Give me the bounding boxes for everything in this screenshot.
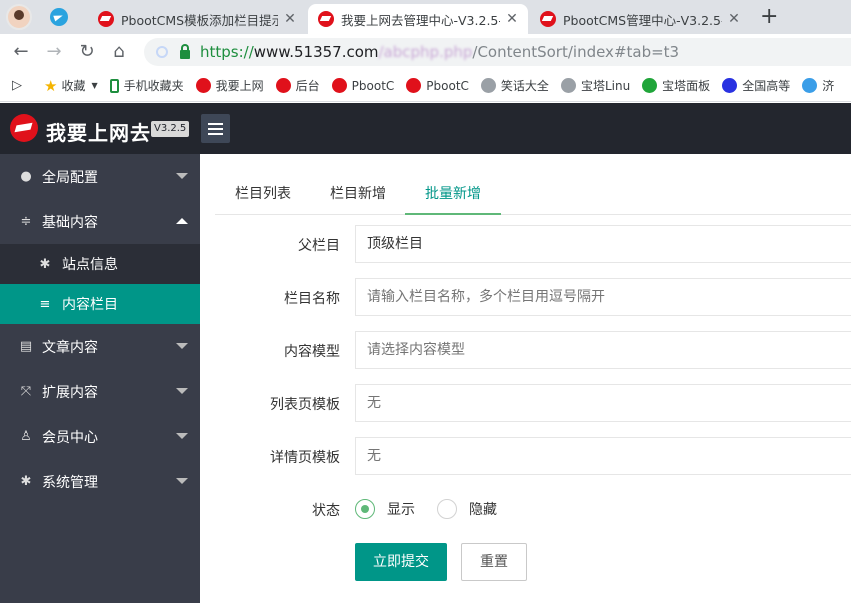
lock-icon (180, 43, 190, 59)
address-bar[interactable]: https://www.51357.com/abcphp.php/Content… (144, 38, 851, 66)
tab-column-add[interactable]: 栏目新增 (330, 175, 386, 215)
pboot-favicon-icon (98, 11, 114, 27)
content-model-label: 内容模型 (284, 344, 340, 360)
column-name-input[interactable]: 请输入栏目名称，多个栏目用逗号隔开 (355, 278, 851, 316)
sidebar-item-global-config[interactable]: ● 全局配置 (0, 154, 200, 199)
sidebar-item-extensions[interactable]: ⤧ 扩展内容 (0, 369, 200, 414)
bookmark-item[interactable]: 后台 (275, 77, 320, 94)
bookmark-item[interactable]: ★ 收藏 ▼ (44, 77, 98, 95)
home-icon[interactable]: ⌂ (108, 41, 130, 63)
chevron-down-icon (176, 388, 188, 394)
brand-name: 我要上网去 (46, 121, 151, 145)
bookmarks-bar: ▷ ★ 收藏 ▼ 手机收藏夹 我要上网 后台 PbootC PbootC 笑话大… (0, 70, 851, 102)
parent-column-label: 父栏目 (298, 238, 340, 254)
site-info-icon[interactable] (156, 46, 168, 58)
detail-template-label: 详情页模板 (270, 450, 340, 466)
chevron-down-icon (176, 433, 188, 439)
list-template-label: 列表页模板 (270, 397, 340, 413)
expand-icon: ⤧ (20, 384, 32, 399)
tab-batch-add[interactable]: 批量新增 (405, 175, 501, 215)
browser-tab-1[interactable]: PbootCMS模板添加栏目提示 ✕ (88, 4, 306, 34)
menu-toggle-button[interactable] (201, 114, 230, 143)
bookmark-item[interactable]: 手机收藏夹 (109, 77, 184, 94)
file-icon: ▤ (19, 339, 33, 354)
bookmark-item[interactable]: 济 (802, 77, 834, 94)
hamburger-icon (208, 123, 223, 125)
sidebar-item-articles[interactable]: ▤ 文章内容 (0, 324, 200, 369)
parent-column-select[interactable]: 顶级栏目 (355, 225, 851, 263)
browser-tab-3[interactable]: PbootCMS管理中心-V3.2.5-2 ✕ (530, 4, 750, 34)
pboot-icon (406, 78, 422, 93)
submit-button[interactable]: 立即提交 (355, 543, 447, 581)
bookmark-item[interactable]: PbootC (331, 78, 394, 93)
content-tabs: 栏目列表 栏目新增 批量新增 (215, 175, 851, 215)
star-icon: ★ (44, 76, 58, 95)
pboot-icon (275, 78, 291, 93)
pboot-favicon-icon (318, 11, 334, 27)
tab-column-list[interactable]: 栏目列表 (235, 175, 291, 215)
bookmark-item[interactable]: 笑话大全 (480, 77, 549, 94)
close-tab-icon[interactable]: ✕ (726, 11, 742, 27)
bt-icon (642, 78, 658, 93)
status-show-radio[interactable]: 显示 (355, 499, 415, 519)
close-tab-icon[interactable]: ✕ (282, 11, 298, 27)
list-template-select[interactable]: 无 (355, 384, 851, 422)
pboot-favicon-icon (540, 11, 556, 27)
forward-arrow-icon[interactable]: → (43, 41, 65, 63)
chevron-down-icon: ▼ (91, 81, 98, 90)
back-arrow-icon[interactable]: ← (10, 41, 32, 63)
sidebar: ● 全局配置 ≑ 基础内容 ✱ 站点信息 ≡ 内容栏目 ▤ 文章内容 ⤧ 扩展内… (0, 154, 200, 603)
reading-list-icon[interactable]: ▷ (12, 78, 22, 93)
globe-icon: ● (20, 169, 32, 184)
pboot-icon (331, 78, 347, 93)
list-icon: ≡ (39, 296, 51, 312)
sliders-icon: ≑ (20, 214, 32, 229)
bookmark-item[interactable]: 全国高等 (722, 77, 790, 94)
chevron-down-icon (176, 173, 188, 179)
chevron-down-icon (176, 478, 188, 484)
user-icon: ♙ (20, 429, 32, 444)
sidebar-item-basic-content[interactable]: ≑ 基础内容 (0, 199, 200, 244)
radio-checked-icon (355, 499, 375, 519)
radio-unchecked-icon (437, 499, 457, 519)
column-name-label: 栏目名称 (284, 291, 340, 307)
version-badge: V3.2.5 (151, 121, 190, 137)
edge-icon (802, 78, 818, 93)
chevron-down-icon (176, 343, 188, 349)
sidebar-item-site-info[interactable]: ✱ 站点信息 (0, 244, 200, 284)
profile-avatar[interactable] (6, 4, 32, 30)
app-header: 我要上网去 V3.2.5 (0, 103, 851, 154)
browser-toolbar: ← → ↻ ⌂ https://www.51357.com/abcphp.php… (0, 34, 851, 70)
bookmark-item[interactable]: 宝塔Linu (560, 77, 630, 94)
chevron-up-icon (176, 218, 188, 224)
globe-icon (480, 78, 496, 93)
bookmark-item[interactable]: 我要上网 (195, 77, 264, 94)
paw-icon (722, 78, 738, 93)
close-tab-icon[interactable]: ✕ (504, 11, 520, 27)
sidebar-item-members[interactable]: ♙ 会员中心 (0, 414, 200, 459)
logo-icon (10, 114, 38, 142)
reload-icon[interactable]: ↻ (76, 41, 98, 63)
pboot-icon (195, 78, 211, 93)
gear-icon: ✱ (39, 256, 51, 272)
browser-tab-2[interactable]: 我要上网去管理中心-V3.2.5-2 ✕ (308, 4, 528, 34)
status-label: 状态 (312, 503, 340, 519)
status-hide-radio[interactable]: 隐藏 (437, 499, 497, 519)
gear-icon: ✱ (20, 474, 32, 489)
sidebar-item-content-columns[interactable]: ≡ 内容栏目 (0, 284, 200, 324)
sidebar-item-system[interactable]: ✱ 系统管理 (0, 459, 200, 504)
main-content: 栏目列表 栏目新增 批量新增 (200, 154, 851, 603)
bookmark-item[interactable]: 宝塔面板 (642, 77, 710, 94)
detail-template-select[interactable]: 无 (355, 437, 851, 475)
reset-button[interactable]: 重置 (461, 543, 527, 581)
phone-icon (109, 78, 119, 93)
new-tab-icon[interactable]: + (760, 4, 778, 29)
content-model-select[interactable]: 请选择内容模型 (355, 331, 851, 369)
bookmark-item[interactable]: PbootC (406, 78, 469, 93)
browser-tab-strip: PbootCMS模板添加栏目提示 ✕ 我要上网去管理中心-V3.2.5-2 ✕ … (0, 0, 851, 34)
globe-icon (560, 78, 576, 93)
telegram-extension-icon[interactable] (50, 8, 68, 26)
